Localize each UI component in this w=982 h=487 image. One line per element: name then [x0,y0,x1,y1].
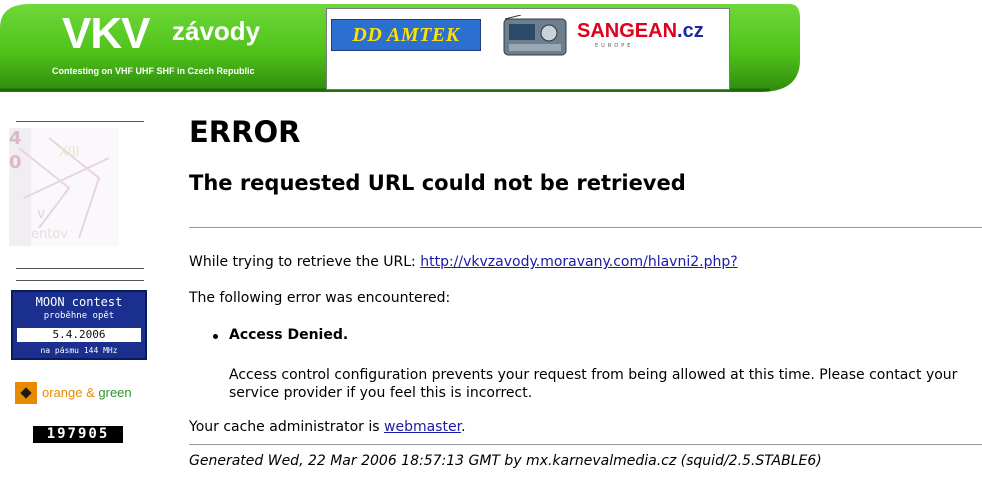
sidebar-divider [16,280,144,281]
generated-footer: Generated Wed, 22 Mar 2006 18:57:13 GMT … [189,453,822,469]
webmaster-link[interactable]: webmaster [384,419,461,435]
svg-text:XIII: XIII [59,145,79,160]
error-subtitle: The requested URL could not be retrieved [189,171,686,195]
cache-admin-line: Your cache administrator is webmaster. [189,420,466,434]
site-tagline: Contesting on VHF UHF SHF in Czech Repub… [52,66,255,76]
error-title: ERROR [189,115,301,149]
sidebar-divider [16,121,144,122]
og-word-orange: orange [42,385,83,400]
encountered-line: The following error was encountered: [189,290,451,306]
ad-sangean-brand: SANGEAN [577,20,678,42]
svg-text:entov: entov [31,227,68,242]
sidebar-divider [16,268,144,269]
radio-icon [503,15,567,56]
site-logo-subtitle[interactable]: závody [172,18,260,44]
svg-text:0: 0 [9,152,22,173]
footer-divider [189,444,982,445]
og-word-green: green [98,385,132,400]
orange-green-logo-icon[interactable] [15,382,37,404]
ad-sangean-sub: EUROPE [595,43,634,49]
retrieve-url-line: While trying to retrieve the URL: http:/… [189,255,738,269]
retrieve-url-prefix: While trying to retrieve the URL: [189,254,421,270]
access-denied-heading: Access Denied. [229,327,349,343]
bullet-icon [213,334,218,339]
header-banner: VKV závody Contesting on VHF UHF SHF in … [0,0,982,95]
cache-admin-prefix: Your cache administrator is [189,419,385,435]
moon-contest-band: na pásmu 144 MHz [40,346,118,355]
access-denied-explanation: Access control configuration prevents yo… [229,367,958,401]
moon-contest-title: MOON contest [35,295,123,309]
retrieve-url-link[interactable]: http://vkvzavody.moravany.com/hlavni2.ph… [420,254,737,270]
ad-amtek-logo[interactable]: DD AMTEK [331,19,481,51]
svg-text:4: 4 [9,128,22,149]
ad-sangean-logo[interactable]: SANGEAN.cz [577,21,704,41]
sidebar-image[interactable]: 4 0 v entov XIII [9,128,119,246]
moon-contest-banner[interactable]: MOON contest proběhne opět 5.4.2006 na p… [11,290,147,360]
moon-contest-date: 5.4.2006 [17,328,141,342]
content-divider [189,227,982,228]
ad-sangean-tld: .cz [677,20,704,42]
orange-green-link[interactable]: orange & green [42,386,132,399]
moon-contest-subtitle: proběhne opět [43,311,115,321]
site-logo-title[interactable]: VKV [62,12,150,56]
banner-ad[interactable]: DD AMTEK SANGEAN.cz EUROPE [326,8,730,90]
visit-counter: 197905 [33,426,123,443]
og-amp: & [82,385,99,400]
svg-text:v: v [37,206,45,222]
cache-admin-suffix: . [461,419,466,435]
